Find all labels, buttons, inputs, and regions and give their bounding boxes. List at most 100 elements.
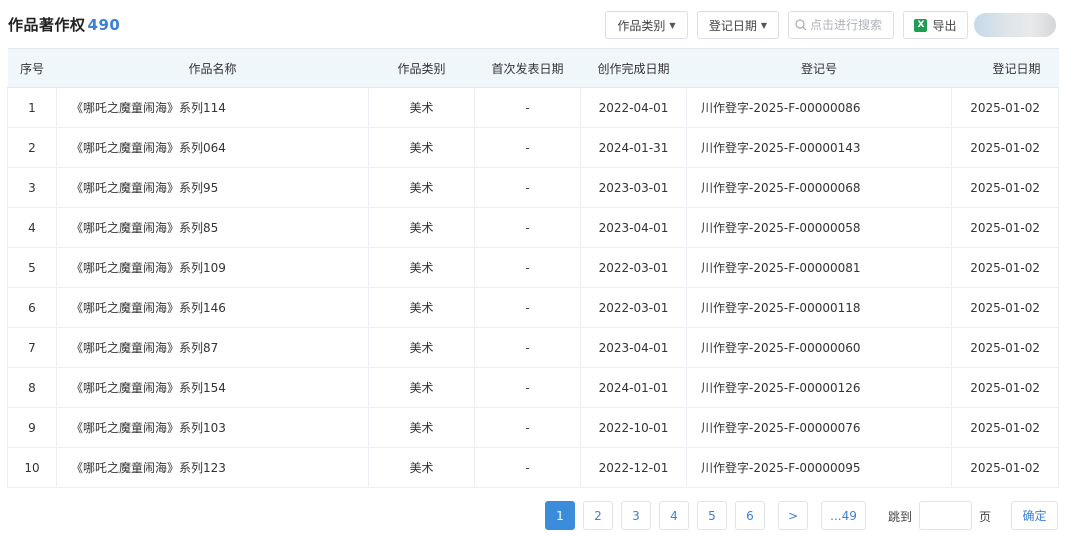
column-header: 序号 xyxy=(7,48,57,88)
work-category: 美术 xyxy=(368,407,475,448)
completion-date: 2022-03-01 xyxy=(580,247,687,288)
work-name: 《哪吒之魔童闹海》系列87 xyxy=(56,327,369,368)
work-category: 美术 xyxy=(368,447,475,488)
work-category: 美术 xyxy=(368,287,475,328)
work-name: 《哪吒之魔童闹海》系列123 xyxy=(56,447,369,488)
registration-date: 2025-01-02 xyxy=(951,87,1059,128)
first-publish-date: - xyxy=(474,447,581,488)
registration-number: 川作登字-2025-F-00000086 xyxy=(686,87,952,128)
table-row[interactable]: 8 《哪吒之魔童闹海》系列154 美术 -2024-01-01 川作登字-2025-F-… xyxy=(7,367,1059,408)
jump-page-input[interactable] xyxy=(919,501,972,530)
row-index: 4 xyxy=(7,207,57,248)
first-publish-date: - xyxy=(474,247,581,288)
caret-down-icon: ▼ xyxy=(760,20,768,30)
registration-number: 川作登字-2025-F-00000118 xyxy=(686,287,952,328)
export-button[interactable]: X 导出 xyxy=(903,11,968,39)
completion-date: 2022-10-01 xyxy=(580,407,687,448)
row-index: 8 xyxy=(7,367,57,408)
row-index: 1 xyxy=(7,87,57,128)
completion-date: 2023-04-01 xyxy=(580,327,687,368)
table-row[interactable]: 9 《哪吒之魔童闹海》系列103 美术 -2022-10-01 川作登字-2025-F-… xyxy=(7,407,1059,448)
date-filter-button[interactable]: 登记日期 ▼ xyxy=(697,11,779,39)
row-index: 10 xyxy=(7,447,57,488)
registration-date: 2025-01-02 xyxy=(951,287,1059,328)
jump-to-label: 跳到 xyxy=(888,510,913,524)
first-publish-date: - xyxy=(474,407,581,448)
column-header: 首次发表日期 xyxy=(474,48,581,88)
page-title: 作品著作权 490 xyxy=(8,14,120,35)
first-publish-date: - xyxy=(474,167,581,208)
registration-date: 2025-01-02 xyxy=(951,167,1059,208)
table-row[interactable]: 5 《哪吒之魔童闹海》系列109 美术 -2022-03-01 川作登字-2025-F-… xyxy=(7,247,1059,288)
work-name: 《哪吒之魔童闹海》系列95 xyxy=(56,167,369,208)
page-button-1[interactable]: 1 xyxy=(545,501,575,530)
completion-date: 2022-12-01 xyxy=(580,447,687,488)
page-button-6[interactable]: 6 xyxy=(735,501,765,530)
work-category: 美术 xyxy=(368,87,475,128)
completion-date: 2022-04-01 xyxy=(580,87,687,128)
registration-date: 2025-01-02 xyxy=(951,447,1059,488)
work-name: 《哪吒之魔童闹海》系列064 xyxy=(56,127,369,168)
work-category: 美术 xyxy=(368,207,475,248)
category-filter-button[interactable]: 作品类别 ▼ xyxy=(605,11,688,39)
avatar[interactable] xyxy=(974,13,1056,37)
column-header: 登记日期 xyxy=(951,48,1059,88)
table-row[interactable]: 7 《哪吒之魔童闹海》系列87 美术 -2023-04-01 川作登字-2025-F-0… xyxy=(7,327,1059,368)
page-button-5[interactable]: 5 xyxy=(697,501,727,530)
registration-date: 2025-01-02 xyxy=(951,407,1059,448)
search-input[interactable] xyxy=(810,18,890,32)
work-name: 《哪吒之魔童闹海》系列103 xyxy=(56,407,369,448)
page-header: 作品著作权490 作品类别 ▼ 登记日期 ▼ X 导出 xyxy=(0,0,1069,50)
copyright-table: 序号 作品名称 作品类别 首次发表日期 创作完成日期 登记号 登记日期 1 《哪吒… xyxy=(7,48,1059,488)
page-button-4[interactable]: 4 xyxy=(659,501,689,530)
table-row[interactable]: 1 《哪吒之魔童闹海》系列114 美术 -2022-04-01 川作登字-2025-F-… xyxy=(7,87,1059,128)
first-publish-date: - xyxy=(474,287,581,328)
work-name: 《哪吒之魔童闹海》系列114 xyxy=(56,87,369,128)
first-publish-date: - xyxy=(474,127,581,168)
next-page-button[interactable]: > xyxy=(778,501,808,530)
confirm-jump-button[interactable]: 确定 xyxy=(1011,501,1058,530)
category-filter-label: 作品类别 xyxy=(617,18,666,33)
work-category: 美术 xyxy=(368,247,475,288)
table-row[interactable]: 2 《哪吒之魔童闹海》系列064 美术 -2024-01-31 川作登字-2025-F-… xyxy=(7,127,1059,168)
completion-date: 2024-01-01 xyxy=(580,367,687,408)
registration-date: 2025-01-02 xyxy=(951,207,1059,248)
completion-date: 2024-01-31 xyxy=(580,127,687,168)
row-index: 3 xyxy=(7,167,57,208)
row-index: 9 xyxy=(7,407,57,448)
page-button-2[interactable]: 2 xyxy=(583,501,613,530)
export-label: 导出 xyxy=(932,18,957,33)
work-category: 美术 xyxy=(368,327,475,368)
row-index: 7 xyxy=(7,327,57,368)
first-publish-date: - xyxy=(474,207,581,248)
row-index: 2 xyxy=(7,127,57,168)
completion-date: 2023-04-01 xyxy=(580,207,687,248)
column-header: 创作完成日期 xyxy=(580,48,687,88)
search-icon xyxy=(795,19,807,31)
first-publish-date: - xyxy=(474,367,581,408)
search-box[interactable] xyxy=(788,11,894,39)
work-name: 《哪吒之魔童闹海》系列154 xyxy=(56,367,369,408)
pagination: 1 2 3 4 5 6 > ...49 跳到 页 确定 xyxy=(0,501,1069,531)
table-row[interactable]: 3 《哪吒之魔童闹海》系列95 美术 -2023-03-01 川作登字-2025-F-0… xyxy=(7,167,1059,208)
last-page-button[interactable]: ...49 xyxy=(821,501,866,530)
registration-date: 2025-01-02 xyxy=(951,247,1059,288)
work-name: 《哪吒之魔童闹海》系列146 xyxy=(56,287,369,328)
table-row[interactable]: 6 《哪吒之魔童闹海》系列146 美术 -2022-03-01 川作登字-2025-F-… xyxy=(7,287,1059,328)
registration-date: 2025-01-02 xyxy=(951,127,1059,168)
registration-number: 川作登字-2025-F-00000068 xyxy=(686,167,952,208)
page-unit-label: 页 xyxy=(979,510,992,524)
table-row[interactable]: 10 《哪吒之魔童闹海》系列123 美术 -2022-12-01 川作登字-2025-F… xyxy=(7,447,1059,488)
registration-number: 川作登字-2025-F-00000058 xyxy=(686,207,952,248)
registration-number: 川作登字-2025-F-00000095 xyxy=(686,447,952,488)
registration-date: 2025-01-02 xyxy=(951,327,1059,368)
page-button-3[interactable]: 3 xyxy=(621,501,651,530)
table-row[interactable]: 4 《哪吒之魔童闹海》系列85 美术 -2023-04-01 川作登字-2025-F-0… xyxy=(7,207,1059,248)
work-category: 美术 xyxy=(368,167,475,208)
row-index: 5 xyxy=(7,247,57,288)
page-title-text: 作品著作权 xyxy=(8,16,86,34)
first-publish-date: - xyxy=(474,87,581,128)
table-header-row: 序号 作品名称 作品类别 首次发表日期 创作完成日期 登记号 登记日期 xyxy=(7,48,1059,88)
work-name: 《哪吒之魔童闹海》系列109 xyxy=(56,247,369,288)
column-header: 作品名称 xyxy=(56,48,369,88)
